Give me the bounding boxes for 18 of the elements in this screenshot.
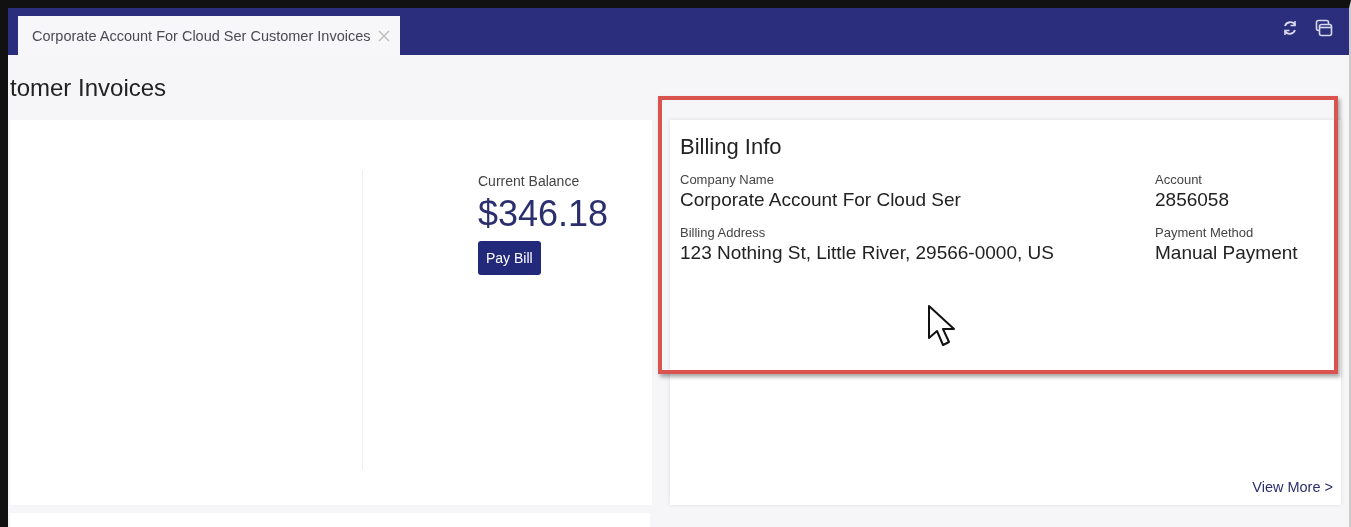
balance-amount: $346.18: [478, 193, 609, 235]
field-value: 123 Nothing St, Little River, 29566-0000, US: [680, 242, 1055, 264]
field-value: Manual Payment: [1155, 242, 1299, 264]
field-label: Billing Address: [680, 225, 767, 240]
field-label: Payment Method: [1155, 225, 1255, 240]
balance-label: Current Balance: [478, 173, 580, 189]
field-value: 2856058: [1155, 189, 1230, 211]
windows-icon[interactable]: [1315, 18, 1333, 37]
cursor-icon: [926, 304, 956, 348]
pay-bill-button[interactable]: Pay Bill: [478, 241, 541, 275]
view-more-link[interactable]: View More >: [1252, 479, 1333, 495]
card-title: Billing Info: [680, 134, 783, 160]
refresh-icon[interactable]: [1281, 18, 1299, 37]
page-title: tomer Invoices: [10, 73, 167, 102]
field-value: Corporate Account For Cloud Ser: [680, 189, 962, 211]
tab[interactable]: Corporate Account For Cloud Ser Customer Invoices: [18, 16, 401, 55]
field-label: Company Name: [680, 172, 775, 187]
field-label: Account: [1155, 172, 1203, 187]
